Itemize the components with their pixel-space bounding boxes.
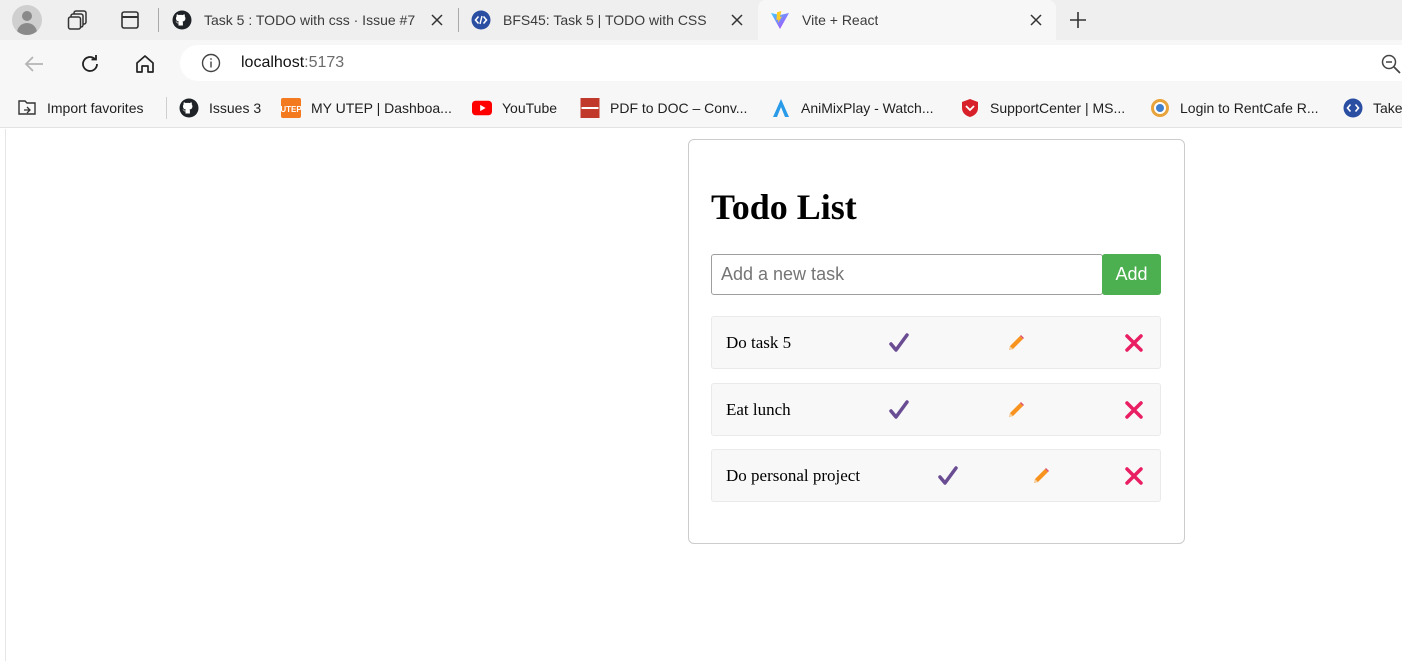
bookmark-animixplay[interactable]: AniMixPlay - Watch... [771,97,934,119]
tab-title: Vite + React [802,12,879,28]
bookmark-label: Issues 3 [209,100,262,116]
new-task-input[interactable] [711,254,1103,295]
github-icon [179,98,199,118]
avatar-body [17,23,37,35]
avatar-head [22,11,32,21]
todo-item: Do personal project [711,449,1161,502]
url-port: :5173 [304,54,345,71]
checkmark-icon[interactable] [888,332,910,354]
page-viewport: Todo List Add Do task 5 Eat lunch [5,129,1402,661]
back-arrow-icon[interactable] [22,52,46,76]
bookmark-youtube[interactable]: YouTube [472,97,557,119]
bookmark-issues[interactable]: Issues 3 [179,97,261,119]
tab-title: BFS45: Task 5 | TODO with CSS [503,12,707,28]
home-icon[interactable] [133,52,157,76]
todo-text: Eat lunch [726,400,791,419]
utep-icon: UTEP [281,98,301,118]
bookmark-rentcafe[interactable]: Login to RentCafe R... [1150,97,1319,119]
workspaces-icon[interactable] [66,8,90,32]
tab-task-5[interactable]: BFS45: Task 5 | TODO with CSS [459,0,757,40]
browser-toolbar: localhost:5173 [0,40,1402,88]
todo-item: Eat lunch [711,383,1161,436]
rentcafe-icon [1150,98,1170,118]
todo-item: Do task 5 [711,316,1161,369]
bookmark-take[interactable]: Take [1343,97,1402,119]
tab-strip: Task 5 : TODO with css · Issue #7 BFS45:… [0,0,1402,40]
todo-text: Do personal project [726,466,861,485]
page-title: Todo List [711,187,857,227]
tab-title: Task 5 : TODO with css · Issue #7 [204,12,416,28]
animixplay-icon [771,98,791,118]
svg-text:UTEP: UTEP [281,105,301,114]
new-tab-icon[interactable] [1066,8,1090,32]
bookmark-label: Import favorites [47,100,144,116]
bookmark-label: AniMixPlay - Watch... [801,100,934,116]
delete-x-icon[interactable] [1123,465,1145,487]
close-tab-icon[interactable] [727,10,747,30]
tab-vite-react[interactable]: Vite + React [758,0,1056,40]
bookmarks-bar: Import favorites Issues 3 UTEP MY UTEP |… [0,88,1402,128]
delete-x-icon[interactable] [1123,332,1145,354]
url-host: localhost [241,54,305,71]
pencil-icon[interactable] [1030,465,1052,487]
code-brackets-icon [1343,98,1363,118]
delete-x-icon[interactable] [1123,399,1145,421]
info-icon[interactable] [201,53,221,73]
checkmark-icon[interactable] [937,465,959,487]
bookmark-import-favorites[interactable]: Import favorites [17,97,143,119]
bookmark-label: Take [1373,100,1402,116]
add-task-button[interactable]: Add [1102,254,1161,295]
code-brackets-icon [471,10,491,30]
bookmark-label: SupportCenter | MS... [990,100,1126,116]
close-tab-icon[interactable] [1026,10,1046,30]
zoom-icon[interactable] [1380,53,1402,75]
profile-avatar[interactable] [12,5,42,35]
shield-icon [960,98,980,118]
vite-icon [770,10,790,30]
import-icon [17,98,37,118]
bookmark-pdf-to-doc[interactable]: PDF to DOC – Conv... [580,97,747,119]
close-tab-icon[interactable] [427,10,447,30]
address-bar[interactable]: localhost:5173 [180,45,1402,81]
pencil-icon[interactable] [1005,332,1027,354]
youtube-icon [472,98,492,118]
checkmark-icon[interactable] [888,399,910,421]
pencil-icon[interactable] [1005,399,1027,421]
bookmark-label: Login to RentCafe R... [1180,100,1319,116]
bookmark-label: PDF to DOC – Conv... [610,100,748,116]
bookmark-my-utep[interactable]: UTEP MY UTEP | Dashboa... [281,97,452,119]
refresh-icon[interactable] [78,52,102,76]
todo-card: Todo List Add Do task 5 Eat lunch [688,139,1185,544]
tab-github-issue[interactable]: Task 5 : TODO with css · Issue #7 [160,0,457,40]
url-text[interactable]: localhost:5173 [241,54,344,72]
bookmark-label: YouTube [502,100,558,116]
github-icon [172,10,192,30]
bookmark-supportcenter[interactable]: SupportCenter | MS... [960,97,1125,119]
bookmark-separator [166,97,167,119]
bookmark-label: MY UTEP | Dashboa... [311,100,452,116]
pdf-doc-icon [580,98,600,118]
tab-actions-icon[interactable] [118,8,142,32]
todo-text: Do task 5 [726,333,792,352]
tab-separator [158,8,159,32]
